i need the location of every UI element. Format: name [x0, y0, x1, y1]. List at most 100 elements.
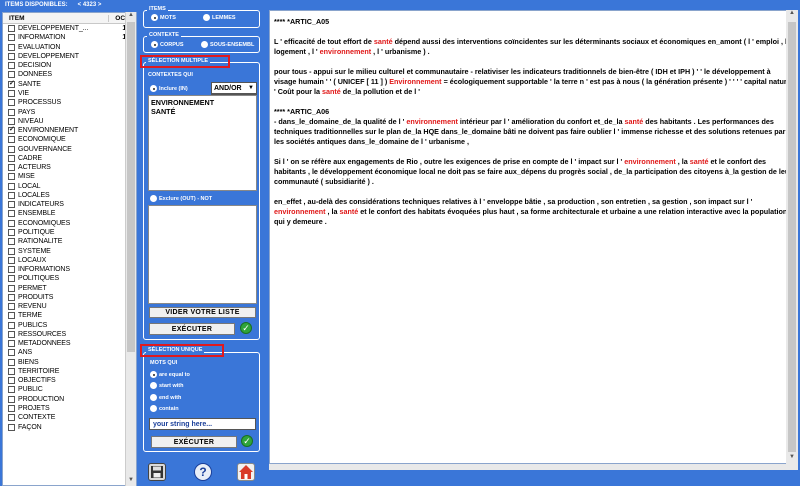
list-item[interactable]: TERRITOIRE32 [3, 367, 136, 376]
radio-end[interactable]: end with [150, 394, 181, 401]
item-checkbox[interactable] [8, 256, 15, 264]
item-checkbox[interactable] [8, 228, 15, 236]
scroll-thumb[interactable] [127, 22, 135, 352]
item-checkbox[interactable] [8, 284, 15, 292]
item-checkbox[interactable] [8, 117, 15, 125]
vider-liste-button[interactable]: VIDER VOTRE LISTE [149, 307, 256, 318]
list-item[interactable]: ÉCONOMIQUE56 [3, 135, 136, 144]
radio-contain[interactable]: contain [150, 405, 179, 412]
list-item[interactable]: ENSEMBLE40 [3, 209, 136, 218]
selected-item[interactable]: ENVIRONNEMENT [151, 98, 254, 107]
item-checkbox[interactable] [8, 349, 15, 357]
list-item[interactable]: LOCAUX37 [3, 256, 136, 265]
item-checkbox[interactable] [8, 405, 15, 413]
help-icon[interactable]: ? [194, 463, 212, 481]
radio-lemmes-dot[interactable] [203, 14, 210, 21]
item-checkbox[interactable] [8, 108, 15, 116]
document-view[interactable]: **** *ARTIC_A05 L ' efficacité de tout ef… [269, 10, 798, 464]
logic-combobox[interactable]: AND/OR ▼ [211, 82, 257, 94]
item-checkbox[interactable] [8, 145, 15, 153]
items-list[interactable]: ITEM OCC DÉVELOPPEMENT_...143INFORMATION… [2, 12, 137, 486]
home-icon[interactable] [237, 463, 255, 481]
item-checkbox[interactable] [8, 201, 15, 209]
scroll-down-icon[interactable]: ▼ [786, 454, 798, 464]
radio-equal-dot[interactable] [150, 371, 157, 378]
list-item[interactable]: VIE61 [3, 89, 136, 98]
list-item[interactable]: DÉVELOPPEMENT_...143 [3, 24, 136, 33]
item-checkbox[interactable] [8, 423, 15, 431]
list-item[interactable]: PAYS60 [3, 107, 136, 116]
list-item[interactable]: INFORMATIONS36 [3, 265, 136, 274]
selected-items-list[interactable]: ENVIRONNEMENT SANTÉ [148, 95, 257, 191]
item-checkbox[interactable] [8, 164, 15, 172]
list-item[interactable]: BIENS32 [3, 358, 136, 367]
item-checkbox[interactable] [8, 210, 15, 218]
list-item[interactable]: ANS32 [3, 348, 136, 357]
item-checkbox[interactable] [8, 89, 15, 97]
list-item[interactable]: CONTEXTE29 [3, 413, 136, 422]
radio-sous-ensemble[interactable]: SOUS-ENSEMBL [201, 41, 254, 48]
list-item[interactable]: OBJECTIFS31 [3, 376, 136, 385]
list-item[interactable]: FAÇON29 [3, 422, 136, 431]
item-checkbox[interactable] [8, 125, 15, 135]
item-checkbox[interactable] [8, 173, 15, 181]
radio-contain-dot[interactable] [150, 405, 157, 412]
save-icon[interactable] [148, 463, 166, 481]
radio-corpus-dot[interactable] [151, 41, 158, 48]
item-checkbox[interactable] [8, 79, 15, 88]
list-item[interactable]: DÉVELOPPEMENT84 [3, 52, 136, 61]
radio-sous-dot[interactable] [201, 41, 208, 48]
radio-exclure-dot[interactable] [150, 195, 157, 202]
radio-corpus[interactable]: CORPUS [151, 41, 184, 48]
item-checkbox[interactable] [8, 34, 15, 42]
item-checkbox[interactable] [8, 367, 15, 375]
radio-exclure[interactable]: Exclure (OUT) - NOT [150, 195, 212, 202]
list-item[interactable]: POLITIQUE39 [3, 228, 136, 237]
item-checkbox[interactable] [8, 312, 15, 320]
list-scrollbar[interactable]: ▲ ▼ [125, 12, 136, 486]
list-item[interactable]: SYSTÈME38 [3, 246, 136, 255]
item-checkbox[interactable] [8, 191, 15, 199]
document-scroll-thumb[interactable] [788, 22, 796, 452]
item-checkbox[interactable] [8, 136, 15, 144]
list-item[interactable]: CADRE49 [3, 154, 136, 163]
item-checkbox[interactable] [8, 340, 15, 348]
item-checkbox[interactable] [8, 154, 15, 162]
item-checkbox[interactable] [8, 266, 15, 274]
list-item[interactable]: LOCALES42 [3, 191, 136, 200]
scroll-up-icon[interactable]: ▲ [126, 12, 136, 21]
radio-lemmes[interactable]: LEMMES [203, 14, 236, 21]
radio-mots-dot[interactable] [151, 14, 158, 21]
item-checkbox[interactable] [8, 386, 15, 394]
document-hscrollbar[interactable] [269, 464, 798, 470]
item-checkbox[interactable] [8, 395, 15, 403]
list-item[interactable]: PUBLICS34 [3, 321, 136, 330]
list-item[interactable]: ACTEURS46 [3, 163, 136, 172]
search-string-input[interactable]: your string here... [149, 418, 256, 430]
list-item[interactable]: PUBLIC31 [3, 385, 136, 394]
list-item[interactable]: PROJETS31 [3, 404, 136, 413]
radio-start-dot[interactable] [150, 382, 157, 389]
list-item[interactable]: TERME35 [3, 311, 136, 320]
item-checkbox[interactable] [8, 293, 15, 301]
list-item[interactable]: ENVIRONNEMENT58 [3, 125, 136, 135]
item-checkbox[interactable] [8, 377, 15, 385]
selected-item[interactable]: SANTÉ [151, 107, 254, 116]
excluded-items-list[interactable] [148, 205, 257, 304]
executer-multiple-button[interactable]: EXÉCUTER [149, 323, 235, 335]
list-item[interactable]: PERMET36 [3, 283, 136, 292]
list-item[interactable]: RATIONALITÉ39 [3, 237, 136, 246]
item-checkbox[interactable] [8, 321, 15, 329]
list-item[interactable]: SANTÉ70 [3, 79, 136, 89]
radio-inclure[interactable]: Inclure (IN) [150, 85, 188, 92]
list-item[interactable]: NIVEAU58 [3, 117, 136, 126]
item-checkbox[interactable] [8, 238, 15, 246]
list-item[interactable]: PRODUCTION31 [3, 395, 136, 404]
radio-inclure-dot[interactable] [150, 85, 157, 92]
scroll-down-icon[interactable]: ▼ [126, 477, 136, 486]
chevron-down-icon[interactable]: ▼ [248, 85, 256, 91]
col-item-header[interactable]: ITEM [3, 15, 108, 22]
list-item[interactable]: GOUVERNANCE56 [3, 144, 136, 153]
list-item[interactable]: INFORMATION123 [3, 33, 136, 42]
list-item[interactable]: POLITIQUES36 [3, 274, 136, 283]
